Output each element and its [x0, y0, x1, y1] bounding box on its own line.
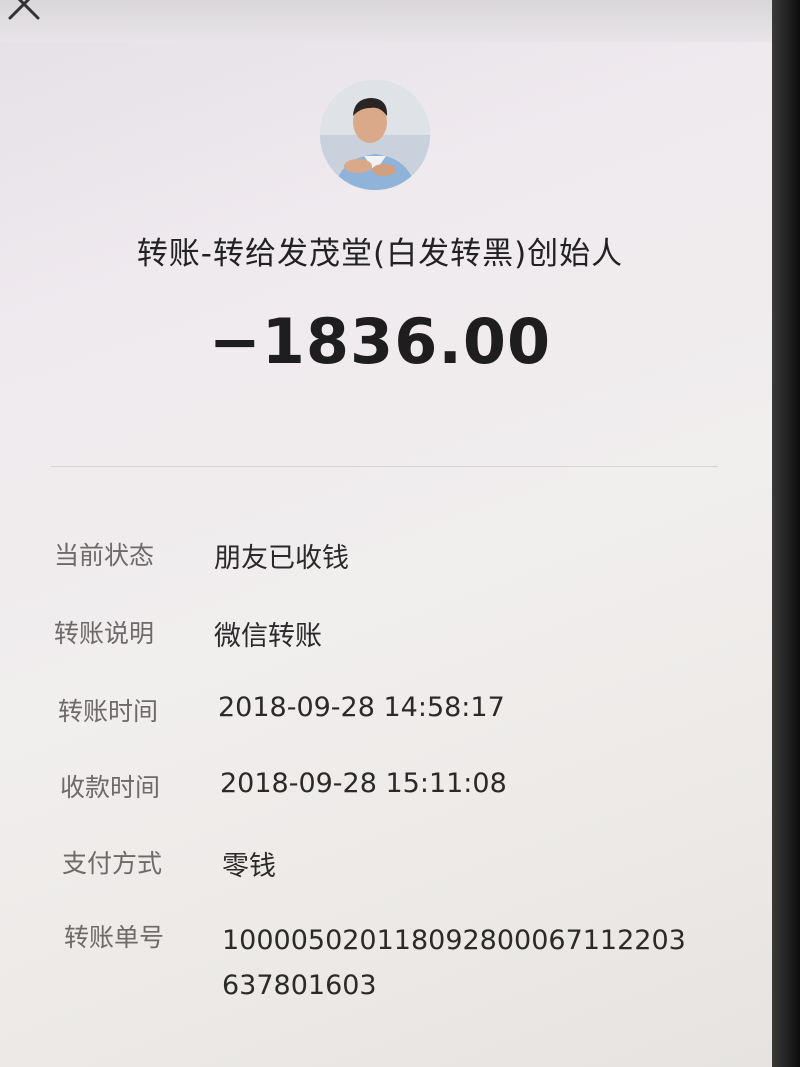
transfer-amount: −1836.00	[208, 305, 552, 378]
detail-value: 微信转账	[214, 621, 322, 652]
detail-label: 当前状态	[54, 541, 155, 570]
transfer-detail-screen: 转账-转给发茂堂(白发转黑)创始人 −1836.00 当前状态 朋友已收钱 转账…	[0, 0, 772, 1067]
detail-label: 转账时间	[58, 697, 159, 726]
avatar[interactable]	[320, 80, 430, 190]
detail-label: 支付方式	[62, 849, 163, 878]
detail-value: 朋友已收钱	[214, 543, 349, 574]
detail-value: 2018-09-28 14:58:17	[218, 692, 505, 723]
user-photo-icon	[320, 80, 430, 190]
detail-label: 转账单号	[64, 923, 165, 952]
detail-value: 2018-09-28 15:11:08	[220, 768, 507, 799]
divider	[50, 466, 718, 467]
detail-label: 转账说明	[54, 619, 155, 648]
phone-edge	[772, 0, 800, 1067]
detail-value-line2: 637801603	[222, 970, 377, 1001]
top-bar	[0, 0, 772, 42]
detail-label: 收款时间	[60, 773, 161, 802]
close-icon[interactable]	[2, 0, 46, 26]
detail-value: 零钱	[222, 851, 276, 882]
transfer-title: 转账-转给发茂堂(白发转黑)创始人	[136, 236, 624, 272]
detail-value-line1: 100005020118092800067112203	[222, 925, 686, 956]
